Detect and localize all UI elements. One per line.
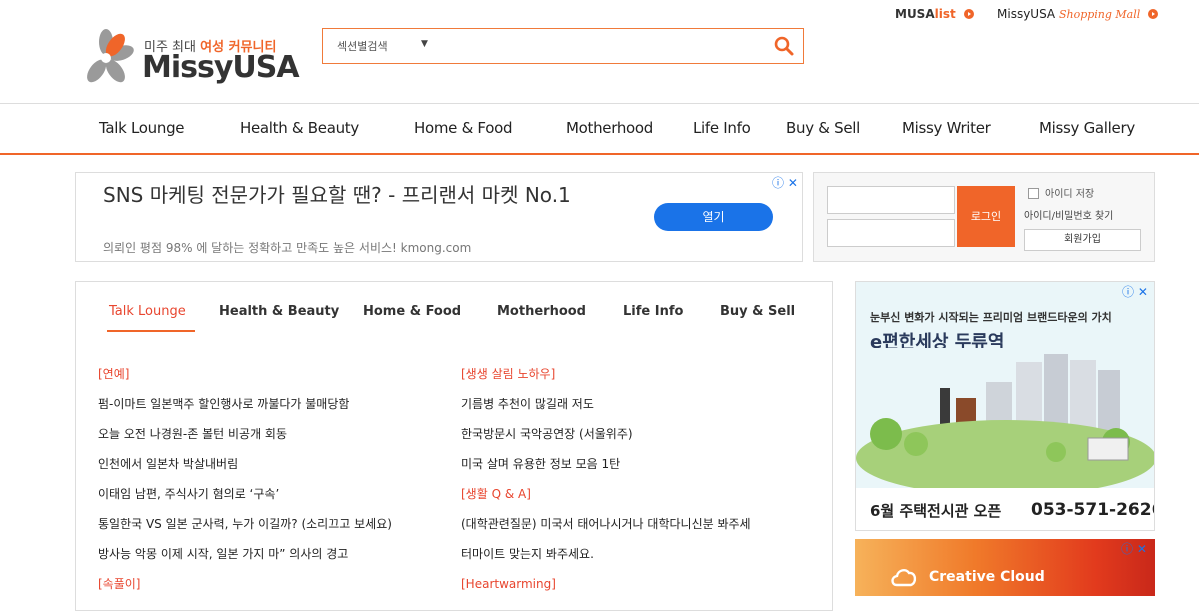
login-button[interactable]: 로그인	[957, 186, 1015, 247]
tab-motherhood[interactable]: Motherhood	[497, 304, 586, 319]
side-ad-creative-cloud[interactable]: ⓘ ✕ Creative Cloud	[855, 539, 1155, 596]
ad-info-close-icon[interactable]: ⓘ ✕	[1122, 283, 1148, 300]
nav-missy-writer[interactable]: Missy Writer	[902, 119, 991, 137]
ad-label: Creative Cloud	[929, 569, 1045, 585]
nav-buy-sell[interactable]: Buy & Sell	[786, 119, 860, 137]
ad-line-1: 눈부신 변화가 시작되는 프리미엄 브랜드타운의 가치	[870, 311, 1112, 324]
left-post-column: [연예] 펌-이마트 일본맥주 할인행사로 까불다가 불매당함 오늘 오전 나경…	[98, 367, 392, 607]
category-heading[interactable]: [연예]	[98, 367, 392, 397]
arrow-circle-icon	[1148, 9, 1159, 19]
ad-info-close-icon[interactable]: ⓘ ✕	[1121, 540, 1147, 557]
tab-health-beauty[interactable]: Health & Beauty	[219, 304, 339, 319]
ad-banner[interactable]: SNS 마케팅 전문가가 필요할 땐? - 프리랜서 마켓 No.1 의뢰인 평…	[75, 172, 803, 262]
apartment-illustration	[856, 348, 1154, 488]
musalist-link[interactable]: MUSAlist	[895, 7, 974, 21]
list-item[interactable]: 이태임 남편, 주식사기 혐의로 ‘구속’	[98, 487, 392, 517]
list-item[interactable]: 통일한국 VS 일본 군사력, 누가 이길까? (소리끄고 보세요)	[98, 517, 392, 547]
tab-buy-sell[interactable]: Buy & Sell	[720, 304, 795, 319]
list-item[interactable]: 기름병 추천이 많길래 저도	[461, 397, 751, 427]
chevron-down-icon[interactable]: ▼	[421, 39, 428, 49]
search-bar: 섹션별검색 ▼	[322, 28, 804, 64]
ad-subtext: 의뢰인 평점 98% 에 달하는 정확하고 만족도 높은 서비스! kmong.…	[103, 241, 472, 255]
nav-missy-gallery[interactable]: Missy Gallery	[1039, 119, 1135, 137]
search-icon[interactable]	[773, 35, 795, 57]
logo-flower-icon	[87, 29, 134, 83]
ad-footer-text: 6월 주택전시관 오픈	[870, 502, 1002, 520]
list-item[interactable]: 한국방문시 국악공연장 (서울위주)	[461, 427, 751, 457]
ad-open-button[interactable]: 열기	[654, 203, 773, 231]
active-tab-underline	[107, 330, 195, 332]
ad-info-close-icon[interactable]: ⓘ ✕	[772, 174, 798, 191]
list-item[interactable]: 터마이트 맞는지 봐주세요.	[461, 547, 751, 577]
search-input[interactable]	[443, 33, 753, 59]
tab-talk-lounge[interactable]: Talk Lounge	[109, 304, 186, 319]
login-password-field[interactable]	[827, 219, 955, 247]
nav-health-beauty[interactable]: Health & Beauty	[240, 119, 359, 137]
side-ad-apartment[interactable]: ⓘ ✕ 눈부신 변화가 시작되는 프리미엄 브랜드타운의 가치 e편한세상 두류…	[855, 281, 1155, 531]
category-heading[interactable]: [생활 Q & A]	[461, 487, 751, 517]
list-item[interactable]: 펌-이마트 일본맥주 할인행사로 까불다가 불매당함	[98, 397, 392, 427]
site-header: 미주 최대 여성 커뮤니티 MissyUSA 섹션별검색 ▼ MUSAlist …	[0, 0, 1199, 104]
category-heading[interactable]: [생생 살림 노하우]	[461, 367, 751, 397]
nav-talk-lounge[interactable]: Talk Lounge	[99, 119, 185, 137]
main-nav: Talk Lounge Health & Beauty Home & Food …	[0, 104, 1199, 155]
login-id-field[interactable]	[827, 186, 955, 214]
right-post-column: [생생 살림 노하우] 기름병 추천이 많길래 저도 한국방문시 국악공연장 (…	[461, 367, 751, 607]
join-button[interactable]: 회원가입	[1024, 229, 1141, 251]
logo-name: MissyUSA	[142, 50, 300, 85]
ad-headline: SNS 마케팅 전문가가 필요할 땐? - 프리랜서 마켓 No.1	[103, 183, 571, 207]
arrow-circle-icon	[963, 9, 974, 19]
site-logo[interactable]: 미주 최대 여성 커뮤니티 MissyUSA	[76, 28, 300, 90]
checkbox-icon[interactable]	[1028, 188, 1039, 199]
category-heading[interactable]: [속풀이]	[98, 577, 392, 607]
creative-cloud-icon	[891, 568, 917, 587]
category-heading[interactable]: [Heartwarming]	[461, 577, 751, 607]
nav-motherhood[interactable]: Motherhood	[566, 119, 653, 137]
ad-phone: 053-571-2626	[1031, 500, 1155, 520]
list-item[interactable]: 인천에서 일본차 박살내버림	[98, 457, 392, 487]
ad-footer: 6월 주택전시관 오픈 053-571-2626	[856, 488, 1155, 530]
content-panel: Talk Lounge Health & Beauty Home & Food …	[75, 281, 833, 611]
list-item[interactable]: 방사능 악몽 이제 시작, 일본 가지 마” 의사의 경고	[98, 547, 392, 577]
list-item[interactable]: 미국 살며 유용한 정보 모음 1탄	[461, 457, 751, 487]
nav-life-info[interactable]: Life Info	[693, 119, 751, 137]
login-box: 로그인 아이디 저장 아이디/비밀번호 찾기 회원가입	[813, 172, 1155, 262]
find-account-link[interactable]: 아이디/비밀번호 찾기	[1024, 207, 1113, 222]
search-section-select[interactable]: 섹션별검색	[337, 38, 388, 54]
list-item[interactable]: 오늘 오전 나경원-존 볼턴 비공개 회동	[98, 427, 392, 457]
shopping-mall-link[interactable]: MissyUSA Shopping Mall	[997, 7, 1159, 21]
save-id-checkbox[interactable]: 아이디 저장	[1028, 185, 1094, 200]
tab-home-food[interactable]: Home & Food	[363, 304, 461, 319]
tab-life-info[interactable]: Life Info	[623, 304, 683, 319]
nav-home-food[interactable]: Home & Food	[414, 119, 513, 137]
list-item[interactable]: (대학관련질문) 미국서 태어나시거나 대학다니신분 봐주세	[461, 517, 751, 547]
